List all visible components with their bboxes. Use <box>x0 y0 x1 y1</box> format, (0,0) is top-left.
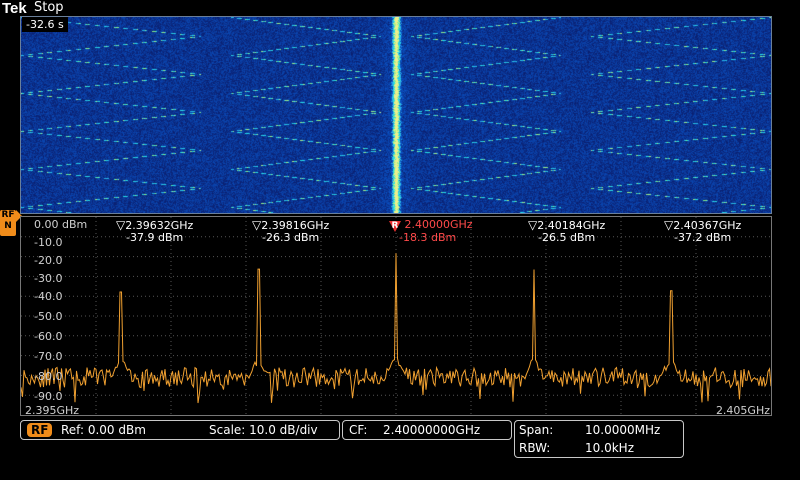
rbw-value: 10.0kHz <box>585 441 634 455</box>
spectrum-trace <box>21 253 771 404</box>
span-value: 10.0000MHz <box>585 423 661 437</box>
triangle-down-icon: ▽ <box>528 218 538 232</box>
triangle-down-icon: ▽ <box>116 218 126 232</box>
center-frequency-readout[interactable]: CF: 2.40000000GHz <box>342 420 512 440</box>
start-frequency: 2.395GHz <box>25 404 80 417</box>
marker-1[interactable]: ▽2.39632GHz -37.9 dBm <box>116 219 193 244</box>
spectrogram-time-label: -32.6 s <box>22 17 68 32</box>
marker-2[interactable]: ▽2.39816GHz -26.3 dBm <box>252 219 329 244</box>
triangle-down-icon: ▽ <box>252 218 262 232</box>
rbw-label: RBW: <box>519 441 551 455</box>
y-tick-8: -80.0 <box>34 370 63 383</box>
vertical-scale: Scale: 10.0 dB/div <box>209 423 318 437</box>
ref-scale-readout[interactable]: RF Ref: 0.00 dBm Scale: 10.0 dB/div <box>20 420 340 440</box>
span-label: Span: <box>519 423 554 437</box>
cf-value: 2.40000000GHz <box>383 423 481 437</box>
spectrogram-canvas <box>21 17 771 213</box>
y-tick-2: -20.0 <box>34 254 63 267</box>
spectrogram-display[interactable] <box>20 16 772 214</box>
y-tick-9: -90.0 <box>34 390 63 403</box>
y-tick-4: -40.0 <box>34 290 63 303</box>
ref-level: Ref: 0.00 dBm <box>61 423 146 437</box>
y-tick-7: -70.0 <box>34 350 63 363</box>
spectrum-display[interactable] <box>20 216 772 416</box>
rf-badge: RF <box>27 423 53 437</box>
spectrum-plot <box>21 217 771 415</box>
stop-frequency: 2.405GHz <box>715 404 770 417</box>
y-tick-0: 0.00 dBm <box>34 218 88 231</box>
tek-logo: Tek <box>2 0 27 17</box>
marker-4[interactable]: ▽2.40184GHz -26.5 dBm <box>528 219 605 244</box>
y-tick-5: -50.0 <box>34 310 63 323</box>
y-tick-1: -10.0 <box>34 236 63 249</box>
y-tick-3: -30.0 <box>34 272 63 285</box>
acquisition-state[interactable]: Stop <box>34 0 64 15</box>
span-rbw-readout[interactable]: Span: 10.0000MHz RBW: 10.0kHz <box>514 420 684 458</box>
cf-label: CF: <box>349 423 368 437</box>
y-tick-6: -60.0 <box>34 330 63 343</box>
marker-5[interactable]: ▽2.40367GHz -37.2 dBm <box>664 219 741 244</box>
triangle-down-icon: ▽ <box>664 218 674 232</box>
reference-marker[interactable]: R 2.40000GHz -18.3 dBm <box>389 219 473 244</box>
rf-reference-tag[interactable]: RF N <box>0 210 16 236</box>
